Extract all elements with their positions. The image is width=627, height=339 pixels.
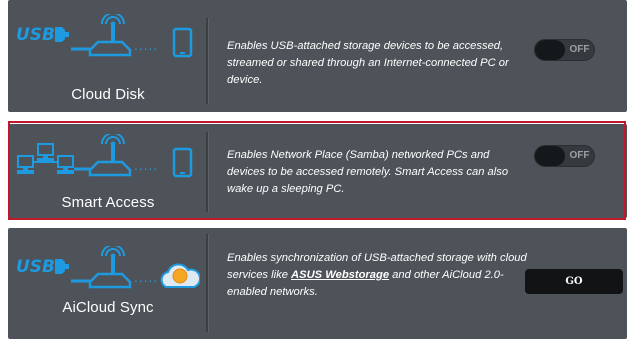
- toggle-knob: [535, 40, 565, 60]
- svg-text:.....: .....: [134, 271, 158, 285]
- aicloud-sync-panel: USB ..... AiCloud Sync Enables synchroni…: [8, 228, 627, 339]
- cloud-disk-toggle[interactable]: OFF: [534, 39, 595, 61]
- usb-icon: USB: [16, 25, 69, 45]
- router-icon: [88, 134, 132, 177]
- aicloud-sync-description: Enables synchronization of USB-attached …: [227, 250, 527, 301]
- divider: [206, 132, 208, 212]
- smart-access-toggle[interactable]: OFF: [534, 145, 595, 167]
- divider: [206, 234, 208, 332]
- aicloud-sync-title: AiCloud Sync: [62, 299, 154, 316]
- network-pcs-icon: [17, 143, 74, 174]
- router-icon: [88, 246, 132, 289]
- toggle-knob: [535, 146, 565, 166]
- toggle-state-label: OFF: [569, 150, 590, 161]
- cloud-sync-icon: [160, 263, 200, 288]
- cloud-disk-title: Cloud Disk: [71, 86, 145, 103]
- divider: [206, 18, 208, 104]
- aicloud-sync-illustration: USB .....: [14, 246, 200, 292]
- mobile-device-icon: [172, 147, 193, 178]
- svg-text:.....: .....: [134, 39, 158, 53]
- smart-access-panel: ..... Smart Access Enables Network Place…: [8, 124, 627, 218]
- toggle-state-label: OFF: [569, 44, 590, 55]
- cloud-disk-panel: USB ..... Cloud Disk Enables USB-attache…: [8, 0, 627, 112]
- cloud-disk-illustration: USB .....: [14, 14, 200, 60]
- usb-logo-text: USB: [16, 25, 55, 45]
- router-icon: [88, 14, 132, 57]
- smart-access-description: Enables Network Place (Samba) networked …: [227, 149, 509, 195]
- go-button[interactable]: GO: [525, 269, 623, 294]
- mobile-device-icon: [172, 27, 193, 58]
- cloud-disk-description: Enables USB-attached storage devices to …: [227, 40, 509, 86]
- usb-icon: USB: [16, 257, 69, 277]
- asus-webstorage-link[interactable]: ASUS Webstorage: [291, 269, 389, 281]
- svg-text:.....: .....: [134, 159, 158, 173]
- smart-access-illustration: .....: [14, 134, 200, 180]
- usb-logo-text: USB: [16, 257, 55, 277]
- smart-access-title: Smart Access: [61, 194, 155, 211]
